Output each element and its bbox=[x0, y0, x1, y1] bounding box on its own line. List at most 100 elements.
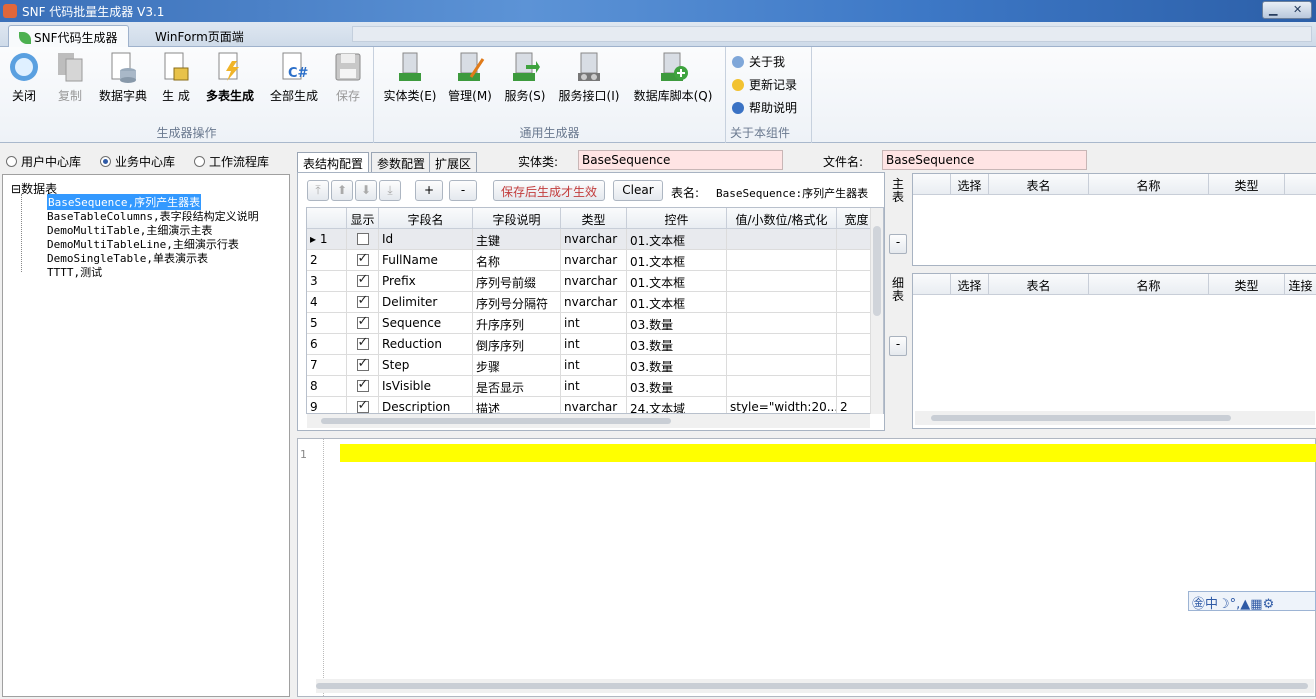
cell-type[interactable]: nvarchar bbox=[561, 397, 627, 413]
service-button[interactable]: 服务(S) bbox=[502, 51, 548, 104]
col-header-select[interactable]: 选择 bbox=[951, 274, 989, 295]
show-checkbox-cell[interactable] bbox=[347, 376, 379, 397]
code-editor[interactable]: 1 bbox=[297, 438, 1316, 697]
col-header-format[interactable]: 值/小数位/格式化 bbox=[727, 208, 837, 229]
close-icon[interactable]: ✕ bbox=[1293, 3, 1302, 16]
save-then-generate-button[interactable]: 保存后生成才生效 bbox=[493, 180, 605, 201]
tab-parameters[interactable]: 参数配置 bbox=[371, 152, 432, 172]
editor-horizontal-scrollbar[interactable] bbox=[316, 679, 1314, 693]
cell-format[interactable]: style="width:20... bbox=[727, 397, 837, 413]
cell-field[interactable]: FullName bbox=[379, 250, 473, 271]
col-header-desc[interactable]: 字段说明 bbox=[473, 208, 561, 229]
tab-winform[interactable]: WinForm页面端 bbox=[145, 25, 254, 47]
col-header-control[interactable]: 控件 bbox=[627, 208, 727, 229]
cell-field[interactable]: IsVisible bbox=[379, 376, 473, 397]
generate-all-button[interactable]: C# 全部生成 bbox=[266, 51, 322, 104]
cell-type[interactable]: nvarchar bbox=[561, 292, 627, 313]
cell-format[interactable] bbox=[727, 355, 837, 376]
database-script-button[interactable]: 数据库脚本(Q) bbox=[632, 51, 714, 104]
cell-type[interactable]: int bbox=[561, 376, 627, 397]
remove-row-button[interactable]: - bbox=[449, 180, 477, 201]
tab-extension[interactable]: 扩展区 bbox=[429, 152, 478, 172]
cell-control[interactable]: 01.文本框 bbox=[627, 229, 727, 250]
cell-format[interactable] bbox=[727, 271, 837, 292]
table-row[interactable]: 7 Step步骤int03.数量 bbox=[307, 355, 883, 376]
cell-control[interactable]: 01.文本框 bbox=[627, 292, 727, 313]
cell-format[interactable] bbox=[727, 292, 837, 313]
minimize-icon[interactable]: ▁ bbox=[1269, 3, 1277, 16]
move-up-button[interactable]: ⬆ bbox=[331, 180, 353, 201]
tab-table-structure[interactable]: 表结构配置 bbox=[297, 152, 370, 173]
cell-field[interactable]: Delimiter bbox=[379, 292, 473, 313]
cell-control[interactable]: 03.数量 bbox=[627, 313, 727, 334]
col-header-table-name[interactable]: 表名 bbox=[989, 174, 1089, 195]
show-checkbox-cell[interactable] bbox=[347, 313, 379, 334]
show-checkbox[interactable] bbox=[356, 272, 369, 287]
cell-field[interactable]: Reduction bbox=[379, 334, 473, 355]
entity-class-field[interactable]: BaseSequence bbox=[578, 150, 783, 170]
table-row[interactable]: 3 Prefix序列号前缀nvarchar01.文本框 bbox=[307, 271, 883, 292]
col-header-link[interactable]: 连接 bbox=[1285, 274, 1316, 295]
grid-horizontal-scrollbar[interactable] bbox=[307, 414, 870, 428]
cell-type[interactable]: nvarchar bbox=[561, 250, 627, 271]
show-checkbox-cell[interactable] bbox=[347, 250, 379, 271]
cell-field[interactable]: Step bbox=[379, 355, 473, 376]
generate-button[interactable]: 生 成 bbox=[158, 51, 194, 104]
multi-table-generate-button[interactable]: 多表生成 bbox=[202, 51, 258, 104]
show-checkbox-cell[interactable] bbox=[347, 271, 379, 292]
service-interface-button[interactable]: 服务接口(I) bbox=[556, 51, 622, 104]
cell-control[interactable]: 03.数量 bbox=[627, 376, 727, 397]
col-header-table-name[interactable]: 表名 bbox=[989, 274, 1089, 295]
show-checkbox[interactable] bbox=[356, 377, 369, 392]
col-header-type[interactable]: 类型 bbox=[1209, 174, 1285, 195]
cell-format[interactable] bbox=[727, 250, 837, 271]
add-row-button[interactable]: + bbox=[415, 180, 443, 201]
cell-field[interactable]: Prefix bbox=[379, 271, 473, 292]
show-checkbox-cell[interactable] bbox=[347, 292, 379, 313]
show-checkbox-cell[interactable] bbox=[347, 334, 379, 355]
cell-type[interactable]: int bbox=[561, 355, 627, 376]
cell-type[interactable]: nvarchar bbox=[561, 271, 627, 292]
close-button[interactable]: 关闭 bbox=[6, 51, 42, 104]
remove-detail-table-button[interactable]: - bbox=[889, 336, 907, 356]
col-header-select[interactable]: 选择 bbox=[951, 174, 989, 195]
cell-format[interactable] bbox=[727, 313, 837, 334]
cell-desc[interactable]: 描述 bbox=[473, 397, 561, 413]
about-me-button[interactable]: 关于我 bbox=[732, 53, 785, 70]
show-checkbox[interactable] bbox=[356, 398, 369, 413]
show-checkbox[interactable] bbox=[356, 314, 369, 329]
cell-control[interactable]: 03.数量 bbox=[627, 355, 727, 376]
manage-button[interactable]: 管理(M) bbox=[446, 51, 494, 104]
table-row[interactable]: 2 FullName名称nvarchar01.文本框 bbox=[307, 250, 883, 271]
detail-grid-horizontal-scrollbar[interactable] bbox=[915, 411, 1315, 425]
cell-type[interactable]: int bbox=[561, 334, 627, 355]
cell-type[interactable]: nvarchar bbox=[561, 229, 627, 250]
col-header-name[interactable]: 名称 bbox=[1089, 274, 1209, 295]
table-row[interactable]: 6 Reduction倒序序列int03.数量 bbox=[307, 334, 883, 355]
cell-control[interactable]: 01.文本框 bbox=[627, 250, 727, 271]
move-down-button[interactable]: ⬇ bbox=[355, 180, 377, 201]
cell-desc[interactable]: 主键 bbox=[473, 229, 561, 250]
cell-control[interactable]: 01.文本框 bbox=[627, 271, 727, 292]
cell-desc[interactable]: 步骤 bbox=[473, 355, 561, 376]
tree-node[interactable]: TTTT,测试 bbox=[47, 264, 102, 280]
radio-workflow[interactable]: 工作流程库 bbox=[194, 153, 269, 170]
data-dictionary-button[interactable]: 数据字典 bbox=[96, 51, 150, 104]
cell-desc[interactable]: 序列号前缀 bbox=[473, 271, 561, 292]
copy-button[interactable]: 复制 bbox=[52, 51, 88, 104]
remove-main-table-button[interactable]: - bbox=[889, 234, 907, 254]
ime-toolbar[interactable]: ㊎中☽°,▲▦⚙ bbox=[1188, 591, 1316, 612]
cell-format[interactable] bbox=[727, 229, 837, 250]
clear-button[interactable]: Clear bbox=[613, 180, 663, 201]
cell-format[interactable] bbox=[727, 376, 837, 397]
move-bottom-button[interactable]: ⤓ bbox=[379, 180, 401, 201]
col-header-name[interactable]: 名称 bbox=[1089, 174, 1209, 195]
show-checkbox[interactable] bbox=[356, 251, 369, 266]
file-name-field[interactable]: BaseSequence bbox=[882, 150, 1087, 170]
radio-user-center[interactable]: 用户中心库 bbox=[6, 153, 81, 170]
show-checkbox[interactable] bbox=[356, 356, 369, 371]
table-row[interactable]: 8 IsVisible是否显示int03.数量 bbox=[307, 376, 883, 397]
update-log-button[interactable]: 更新记录 bbox=[732, 76, 797, 93]
table-row[interactable]: 4 Delimiter序列号分隔符nvarchar01.文本框 bbox=[307, 292, 883, 313]
tab-snf-generator[interactable]: SNF代码生成器 bbox=[8, 25, 129, 47]
